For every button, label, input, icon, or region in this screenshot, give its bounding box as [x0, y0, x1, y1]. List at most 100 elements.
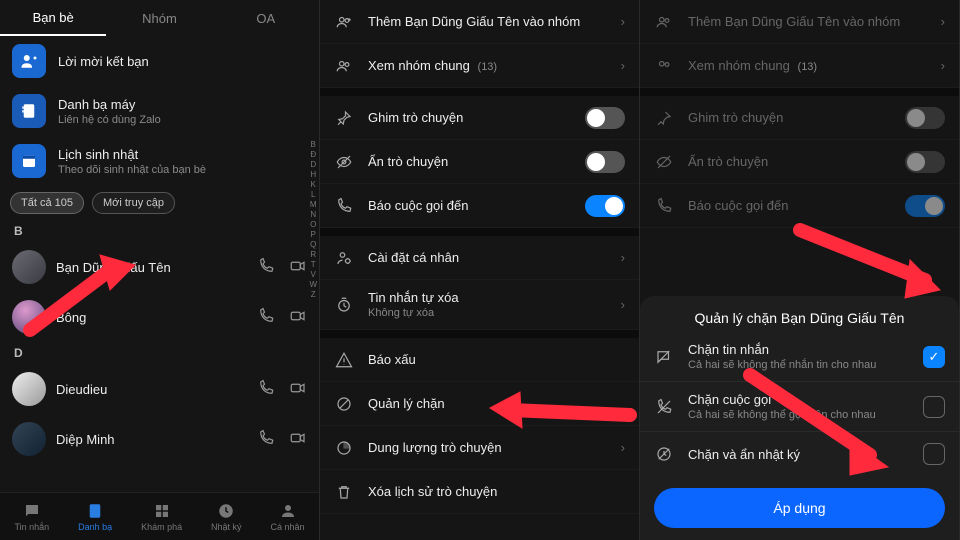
add-to-group-row[interactable]: Thêm Bạn Dũng Giấu Tên vào nhóm › [320, 0, 639, 44]
chevron-right-icon: › [621, 440, 625, 455]
chip-recent[interactable]: Mới truy cập [92, 192, 175, 214]
block-msg-row[interactable]: Chặn tin nhắn Cả hai sẽ không thể nhắn t… [640, 332, 959, 382]
friend-request-icon [12, 44, 46, 78]
row-label: Quản lý chặn [368, 396, 625, 411]
hide-chat-row[interactable]: Ẩn trò chuyện [320, 140, 639, 184]
row-label: Ẩn trò chuyện [368, 154, 571, 169]
row-label: Dung lượng trò chuyện [368, 440, 607, 455]
friend-requests-row[interactable]: Lời mời kết bạn [0, 36, 319, 86]
call-icon[interactable] [257, 429, 275, 450]
pin-chat-row[interactable]: Ghim trò chuyện [320, 96, 639, 140]
bottom-nav: Tin nhắn Danh bạ Khám phá Nhật ký Cá nhâ… [0, 492, 319, 540]
video-icon[interactable] [289, 429, 307, 450]
block-message-icon [654, 347, 674, 367]
incoming-call-row[interactable]: Báo cuộc gọi đến [320, 184, 639, 228]
row-label: Lời mời kết bạn [58, 54, 149, 69]
avatar [12, 250, 46, 284]
pin-icon [654, 108, 674, 128]
row-sub: Liên hệ có dùng Zalo [58, 114, 161, 126]
call-toggle[interactable] [585, 195, 625, 217]
hide-toggle [905, 151, 945, 173]
row-label: Ghim trò chuyện [688, 110, 891, 125]
report-row[interactable]: Báo xấu [320, 338, 639, 382]
contact-row[interactable]: Dieudieu [0, 364, 319, 414]
storage-row[interactable]: Dung lượng trò chuyện › [320, 426, 639, 470]
video-icon[interactable] [289, 379, 307, 400]
call-icon[interactable] [257, 379, 275, 400]
top-tabs: Bạn bè Nhóm OA [0, 0, 319, 36]
video-icon[interactable] [289, 257, 307, 278]
nav-profile[interactable]: Cá nhân [271, 502, 305, 532]
contact-name: Bông [56, 310, 247, 325]
tab-oa[interactable]: OA [213, 0, 319, 36]
row-label: Thêm Bạn Dũng Giấu Tên vào nhóm [368, 14, 607, 29]
block-icon [334, 394, 354, 414]
tab-friends[interactable]: Bạn bè [0, 0, 106, 36]
video-icon[interactable] [289, 307, 307, 328]
row-sub: Theo dõi sinh nhật của bạn bè [58, 164, 206, 176]
phone-contacts-row[interactable]: Danh bạ máy Liên hệ có dùng Zalo [0, 86, 319, 136]
avatar [12, 300, 46, 334]
call-icon[interactable] [257, 307, 275, 328]
nav-contacts[interactable]: Danh bạ [78, 502, 112, 532]
avatar [12, 422, 46, 456]
group-icon [334, 56, 354, 76]
contact-name: Bạn Dũng Giấu Tên [56, 260, 247, 275]
pin-toggle [905, 107, 945, 129]
nav-discover[interactable]: Khám phá [141, 502, 182, 532]
eye-off-icon [334, 152, 354, 172]
personal-settings-row[interactable]: Cài đặt cá nhân › [320, 236, 639, 280]
mutual-groups-row[interactable]: Xem nhóm chung (13) › [320, 44, 639, 88]
block-sheet-panel: Thêm Bạn Dũng Giấu Tên vào nhóm › Xem nh… [640, 0, 960, 540]
pin-toggle[interactable] [585, 107, 625, 129]
hide-chat-row: Ẩn trò chuyện [640, 140, 959, 184]
nav-timeline[interactable]: Nhật ký [211, 502, 242, 532]
block-call-icon [654, 397, 674, 417]
nav-messages[interactable]: Tin nhắn [14, 502, 49, 532]
checkbox[interactable]: ✓ [923, 346, 945, 368]
contacts-panel: Bạn bè Nhóm OA Lời mời kết bạn Danh bạ m… [0, 0, 320, 540]
birthdays-row[interactable]: Lịch sinh nhật Theo dõi sinh nhật của bạ… [0, 136, 319, 186]
block-call-row[interactable]: Chặn cuộc gọi Cả hai sẽ không thể gọi đi… [640, 382, 959, 432]
clear-history-row[interactable]: Xóa lịch sử trò chuyện [320, 470, 639, 514]
row-label: Thêm Bạn Dũng Giấu Tên vào nhóm [688, 14, 927, 29]
row-label: Xem nhóm chung (13) [368, 58, 607, 73]
call-toggle [905, 195, 945, 217]
contact-name: Dieudieu [56, 382, 247, 397]
checkbox[interactable] [923, 443, 945, 465]
alpha-index[interactable]: BĐDHKLMNOPQRTVWZ [309, 140, 317, 299]
row-label: Xem nhóm chung (13) [688, 58, 927, 73]
contact-name: Diệp Minh [56, 432, 247, 447]
tab-groups[interactable]: Nhóm [106, 0, 212, 36]
manage-block-row[interactable]: Quản lý chặn [320, 382, 639, 426]
trash-icon [334, 482, 354, 502]
row-label: Chặn cuộc gọi Cả hai sẽ không thể gọi đi… [688, 392, 909, 421]
row-label: Danh bạ máy [58, 97, 161, 112]
chip-all[interactable]: Tất cả 105 [10, 192, 84, 214]
contact-row[interactable]: Bông [0, 292, 319, 342]
calendar-icon [12, 144, 46, 178]
row-label: Cài đặt cá nhân [368, 250, 607, 265]
add-to-group-row: Thêm Bạn Dũng Giấu Tên vào nhóm › [640, 0, 959, 44]
incoming-call-row: Báo cuộc gọi đến [640, 184, 959, 228]
apply-button[interactable]: Áp dụng [654, 488, 945, 528]
row-label: Báo cuộc gọi đến [368, 198, 571, 213]
contact-row[interactable]: Bạn Dũng Giấu Tên [0, 242, 319, 292]
contact-row[interactable]: Diệp Minh [0, 414, 319, 464]
pin-chat-row: Ghim trò chuyện [640, 96, 959, 140]
mutual-groups-row: Xem nhóm chung (13) › [640, 44, 959, 88]
group-icon [654, 56, 674, 76]
chevron-right-icon: › [621, 14, 625, 29]
row-label: Ẩn trò chuyện [688, 154, 891, 169]
block-timeline-row[interactable]: Chặn và ẩn nhật ký [640, 432, 959, 476]
auto-delete-row[interactable]: Tin nhắn tự xóa Không tự xóa › [320, 280, 639, 330]
row-label: Lịch sinh nhật [58, 147, 206, 162]
call-icon[interactable] [257, 257, 275, 278]
row-label: Báo cuộc gọi đến [688, 198, 891, 213]
storage-icon [334, 438, 354, 458]
hide-toggle[interactable] [585, 151, 625, 173]
group-add-icon [334, 12, 354, 32]
group-add-icon [654, 12, 674, 32]
checkbox[interactable] [923, 396, 945, 418]
user-settings-icon [334, 248, 354, 268]
